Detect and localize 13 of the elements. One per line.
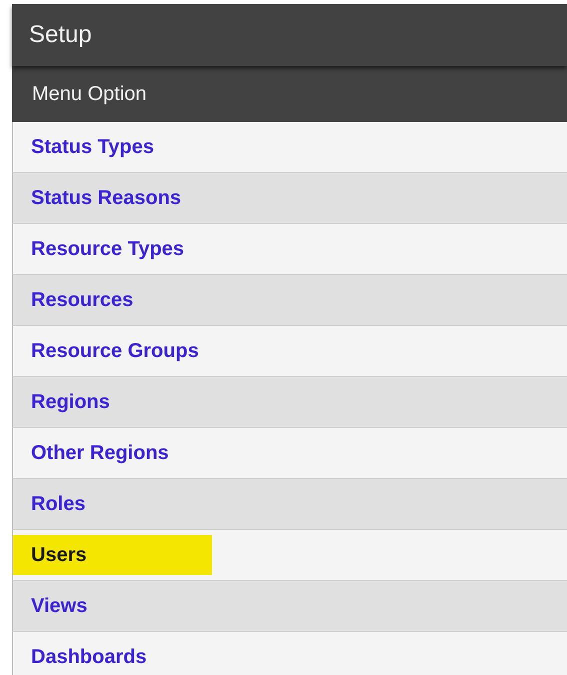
menu-link[interactable]: Status Types	[31, 132, 154, 162]
menu-link[interactable]: Users	[13, 535, 212, 575]
page-title: Setup	[29, 20, 92, 50]
menu-link[interactable]: Resource Groups	[31, 336, 199, 366]
menu-link[interactable]: Resource Types	[31, 234, 184, 264]
column-title: Menu Option	[32, 82, 147, 107]
menu-link[interactable]: Status Reasons	[31, 183, 182, 213]
menu-link[interactable]: Views	[31, 591, 88, 621]
menu-link[interactable]: Dashboards	[31, 642, 147, 672]
menu-link[interactable]: Roles	[31, 489, 86, 519]
menu-link[interactable]: Other Regions	[31, 438, 169, 468]
menu-link[interactable]: Regions	[31, 387, 110, 417]
menu-link[interactable]: Resources	[31, 285, 134, 315]
